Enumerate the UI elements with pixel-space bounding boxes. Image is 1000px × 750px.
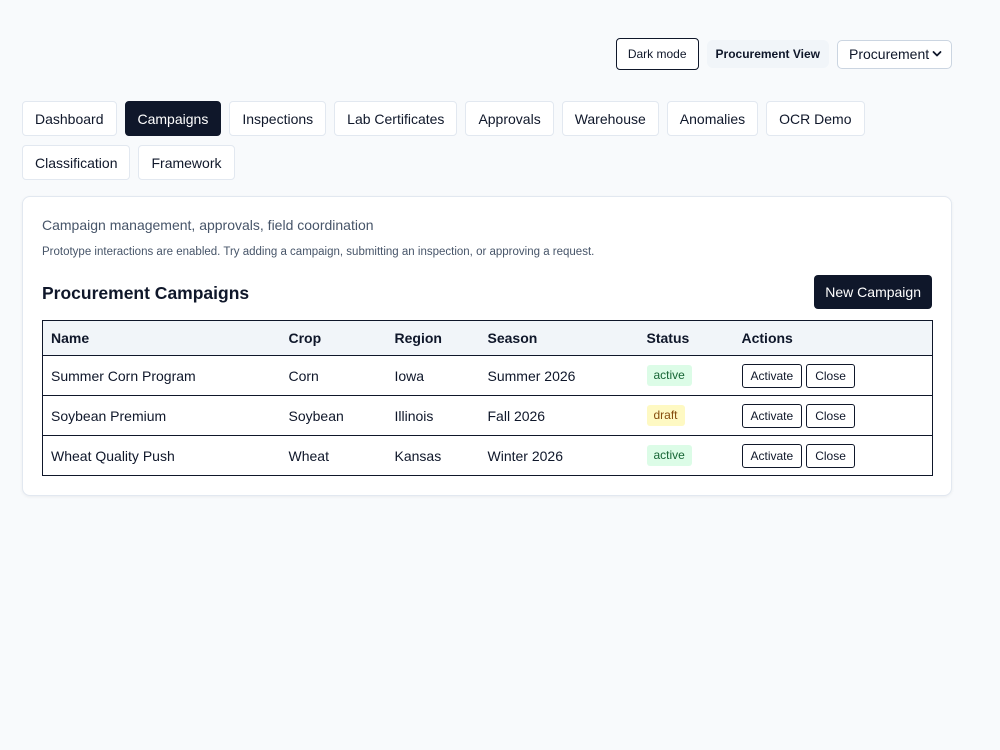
- tab-approvals[interactable]: Approvals: [465, 101, 554, 136]
- top-bar: Dark mode Procurement View Procurement: [615, 38, 952, 70]
- tab-framework[interactable]: Framework: [138, 145, 235, 180]
- column-header-actions: Actions: [733, 320, 933, 356]
- cell-status: active: [638, 355, 734, 396]
- close-button[interactable]: Close: [806, 403, 855, 428]
- tab-lab-certificates[interactable]: Lab Certificates: [334, 101, 458, 136]
- cell-crop: Soybean: [280, 395, 387, 436]
- tab-dashboard[interactable]: Dashboard: [22, 101, 117, 136]
- cell-region: Kansas: [386, 435, 480, 476]
- view-select[interactable]: Procurement: [837, 39, 952, 69]
- activate-button[interactable]: Activate: [741, 363, 803, 388]
- tab-campaigns[interactable]: Campaigns: [124, 101, 222, 136]
- section-title: Procurement Campaigns: [42, 283, 250, 303]
- table-row: Summer Corn Program Corn Iowa Summer 202…: [42, 355, 933, 396]
- column-header-crop: Crop: [280, 320, 387, 356]
- prototype-note: Prototype interactions are enabled. Try …: [42, 246, 595, 258]
- table-row: Wheat Quality Push Wheat Kansas Winter 2…: [42, 435, 933, 476]
- page-subtitle: Campaign management, approvals, field co…: [42, 217, 374, 233]
- cell-crop: Corn: [280, 355, 387, 396]
- view-label: Procurement View: [706, 40, 829, 68]
- cell-crop: Wheat: [280, 435, 387, 476]
- cell-season: Summer 2026: [479, 355, 639, 396]
- campaigns-card: Campaign management, approvals, field co…: [22, 196, 952, 496]
- column-header-status: Status: [638, 320, 734, 356]
- tab-warehouse[interactable]: Warehouse: [561, 101, 659, 136]
- new-campaign-button[interactable]: New Campaign: [814, 275, 932, 309]
- dark-mode-button[interactable]: Dark mode: [615, 38, 699, 70]
- cell-status: draft: [638, 395, 734, 436]
- cell-region: Iowa: [386, 355, 480, 396]
- campaigns-table: Name Crop Region Season Status Actions S…: [42, 320, 933, 476]
- status-badge: draft: [646, 405, 685, 426]
- tab-anomalies[interactable]: Anomalies: [666, 101, 759, 136]
- tab-ocr-demo[interactable]: OCR Demo: [766, 101, 865, 136]
- cell-name: Wheat Quality Push: [42, 435, 281, 476]
- close-button[interactable]: Close: [806, 363, 855, 388]
- status-badge: active: [646, 365, 692, 386]
- cell-actions: Activate Close: [733, 435, 933, 476]
- cell-name: Summer Corn Program: [42, 355, 281, 396]
- view-select-value: Procurement: [849, 46, 930, 62]
- column-header-season: Season: [479, 320, 639, 356]
- table-header-row: Name Crop Region Season Status Actions: [42, 320, 933, 356]
- column-header-name: Name: [42, 320, 281, 356]
- cell-season: Winter 2026: [479, 435, 639, 476]
- cell-name: Soybean Premium: [42, 395, 281, 436]
- activate-button[interactable]: Activate: [741, 403, 803, 428]
- table-row: Soybean Premium Soybean Illinois Fall 20…: [42, 395, 933, 436]
- tab-inspections[interactable]: Inspections: [229, 101, 327, 136]
- tab-bar: Dashboard Campaigns Inspections Lab Cert…: [22, 101, 952, 180]
- cell-actions: Activate Close: [733, 355, 933, 396]
- activate-button[interactable]: Activate: [741, 443, 803, 468]
- chevron-down-icon: [932, 51, 942, 57]
- cell-status: active: [638, 435, 734, 476]
- cell-actions: Activate Close: [733, 395, 933, 436]
- cell-season: Fall 2026: [479, 395, 639, 436]
- tab-classification[interactable]: Classification: [22, 145, 131, 180]
- status-badge: active: [646, 445, 692, 466]
- close-button[interactable]: Close: [806, 443, 855, 468]
- column-header-region: Region: [386, 320, 480, 356]
- cell-region: Illinois: [386, 395, 480, 436]
